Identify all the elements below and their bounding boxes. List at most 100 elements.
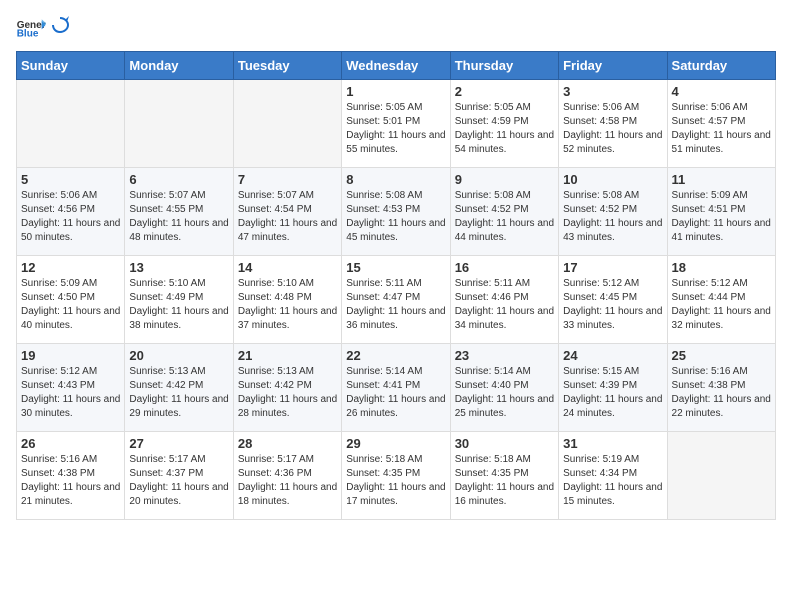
sunset-text: Sunset: 4:45 PM (563, 292, 637, 303)
sunset-text: Sunset: 4:35 PM (346, 468, 420, 479)
daylight-text: Daylight: 11 hours and 33 minutes. (563, 306, 662, 331)
sunrise-text: Sunrise: 5:10 AM (238, 278, 314, 289)
daylight-text: Daylight: 11 hours and 40 minutes. (21, 306, 120, 331)
day-info: Sunrise: 5:17 AM Sunset: 4:37 PM Daylight:… (129, 453, 228, 509)
table-row: 19Sunrise: 5:12 AMSunset: 4:43 PMDayligh… (17, 344, 125, 432)
sunset-text: Sunset: 4:36 PM (238, 468, 312, 479)
sunset-text: Sunset: 4:58 PM (563, 116, 637, 127)
day-info: Sunrise: 5:13 AMSunset: 4:42 PMDaylight:… (129, 365, 228, 421)
header-tuesday: Tuesday (233, 52, 341, 80)
daylight-text: Daylight: 11 hours and 16 minutes. (455, 482, 554, 507)
daylight-text: Daylight: 11 hours and 25 minutes. (455, 394, 554, 419)
day-info: Sunrise: 5:16 AMSunset: 4:38 PMDaylight:… (672, 365, 771, 421)
table-row: 31Sunrise: 5:19 AMSunset: 4:34 PMDayligh… (559, 432, 667, 520)
sunset-text: Sunset: 4:49 PM (129, 292, 203, 303)
sunrise-text: Sunrise: 5:16 AM (672, 366, 748, 377)
day-info: Sunrise: 5:18 AMSunset: 4:35 PMDaylight:… (455, 453, 554, 509)
sunrise-text: Sunrise: 5:13 AM (238, 366, 314, 377)
sunrise-text: Sunrise: 5:06 AM (21, 190, 97, 201)
sunrise-text: Sunrise: 5:18 AM (346, 454, 422, 465)
table-row: 22Sunrise: 5:14 AMSunset: 4:41 PMDayligh… (342, 344, 450, 432)
logo-bird-icon (51, 16, 69, 34)
sunrise-text: Sunrise: 5:09 AM (21, 278, 97, 289)
daylight-text: Daylight: 11 hours and 18 minutes. (238, 482, 337, 507)
daylight-text: Daylight: 11 hours and 45 minutes. (346, 218, 445, 243)
sunset-text: Sunset: 4:47 PM (346, 292, 420, 303)
table-row: 24Sunrise: 5:15 AMSunset: 4:39 PMDayligh… (559, 344, 667, 432)
day-number: 25 (672, 348, 771, 363)
calendar-row-2: 5Sunrise: 5:06 AMSunset: 4:56 PMDaylight… (17, 168, 776, 256)
sunset-text: Sunset: 4:34 PM (563, 468, 637, 479)
sunrise-text: Sunrise: 5:05 AM (346, 102, 422, 113)
table-row: 30Sunrise: 5:18 AMSunset: 4:35 PMDayligh… (450, 432, 558, 520)
table-row: 12Sunrise: 5:09 AMSunset: 4:50 PMDayligh… (17, 256, 125, 344)
sunset-text: Sunset: 4:39 PM (563, 380, 637, 391)
sunset-text: Sunset: 4:40 PM (455, 380, 529, 391)
header-sunday: Sunday (17, 52, 125, 80)
day-info: Sunrise: 5:11 AMSunset: 4:47 PMDaylight:… (346, 277, 445, 333)
sunrise-text: Sunrise: 5:12 AM (672, 278, 748, 289)
day-number: 12 (21, 260, 120, 275)
calendar-table: Sunday Monday Tuesday Wednesday Thursday… (16, 51, 776, 520)
sunrise-text: Sunrise: 5:14 AM (455, 366, 531, 377)
day-info: Sunrise: 5:08 AMSunset: 4:52 PMDaylight:… (455, 189, 554, 245)
logo: General Blue (16, 16, 70, 39)
day-number: 22 (346, 348, 445, 363)
header-wednesday: Wednesday (342, 52, 450, 80)
sunrise-text: Sunrise: 5:05 AM (455, 102, 531, 113)
daylight-text: Daylight: 11 hours and 20 minutes. (129, 482, 228, 507)
daylight-text: Daylight: 11 hours and 54 minutes. (455, 130, 554, 155)
day-number: 31 (563, 436, 662, 451)
day-info: Sunrise: 5:09 AMSunset: 4:51 PMDaylight:… (672, 189, 771, 245)
header-area: General Blue (16, 16, 776, 39)
day-number: 10 (563, 172, 662, 187)
day-info: Sunrise: 5:07 AMSunset: 4:54 PMDaylight:… (238, 189, 337, 245)
header-saturday: Saturday (667, 52, 775, 80)
sunrise-text: Sunrise: 5:08 AM (346, 190, 422, 201)
sunset-text: Sunset: 4:52 PM (455, 204, 529, 215)
logo-icon: General Blue (16, 18, 46, 38)
day-number: 20 (129, 348, 228, 363)
sunset-text: Sunset: 4:42 PM (129, 380, 203, 391)
day-info: Sunrise: 5:06 AMSunset: 4:58 PMDaylight:… (563, 101, 662, 157)
table-row: 14Sunrise: 5:10 AMSunset: 4:48 PMDayligh… (233, 256, 341, 344)
sunset-text: Sunset: 4:53 PM (346, 204, 420, 215)
daylight-text: Daylight: 11 hours and 38 minutes. (129, 306, 228, 331)
logo-wordmark (50, 16, 70, 39)
sunset-text: Sunset: 5:01 PM (346, 116, 420, 127)
daylight-text: Daylight: 11 hours and 37 minutes. (238, 306, 337, 331)
day-number: 24 (563, 348, 662, 363)
daylight-text: Daylight: 11 hours and 41 minutes. (672, 218, 771, 243)
day-number: 1 (346, 84, 445, 99)
table-row: 17Sunrise: 5:12 AMSunset: 4:45 PMDayligh… (559, 256, 667, 344)
table-row (667, 432, 775, 520)
daylight-text: Daylight: 11 hours and 17 minutes. (346, 482, 445, 507)
table-row: 16Sunrise: 5:11 AMSunset: 4:46 PMDayligh… (450, 256, 558, 344)
day-number: 29 (346, 436, 445, 451)
table-row: 15Sunrise: 5:11 AMSunset: 4:47 PMDayligh… (342, 256, 450, 344)
daylight-text: Daylight: 11 hours and 52 minutes. (563, 130, 662, 155)
day-info: Sunrise: 5:13 AMSunset: 4:42 PMDaylight:… (238, 365, 337, 421)
sunset-text: Sunset: 4:44 PM (672, 292, 746, 303)
daylight-text: Daylight: 11 hours and 15 minutes. (563, 482, 662, 507)
header-monday: Monday (125, 52, 233, 80)
day-number: 14 (238, 260, 337, 275)
table-row: 1Sunrise: 5:05 AMSunset: 5:01 PMDaylight… (342, 80, 450, 168)
daylight-text: Daylight: 11 hours and 50 minutes. (21, 218, 120, 243)
day-number: 7 (238, 172, 337, 187)
table-row: 4Sunrise: 5:06 AMSunset: 4:57 PMDaylight… (667, 80, 775, 168)
table-row: 20 Sunrise: 5:13 AMSunset: 4:42 PMDayligh… (125, 344, 233, 432)
table-row: 8Sunrise: 5:08 AMSunset: 4:53 PMDaylight… (342, 168, 450, 256)
table-row (17, 80, 125, 168)
daylight-text: Daylight: 11 hours and 32 minutes. (672, 306, 771, 331)
table-row (125, 80, 233, 168)
day-number: 6 (129, 172, 228, 187)
sunrise-text: Sunrise: 5:10 AM (129, 278, 205, 289)
day-number: 2 (455, 84, 554, 99)
table-row: 28Sunrise: 5:17 AMSunset: 4:36 PMDayligh… (233, 432, 341, 520)
sunrise-text: Sunrise: 5:17 AM (129, 454, 205, 465)
day-number: 13 (129, 260, 228, 275)
day-info: Sunrise: 5:07 AMSunset: 4:55 PMDaylight:… (129, 189, 228, 245)
sunrise-text: Sunrise: 5:14 AM (346, 366, 422, 377)
sunset-text: Sunset: 4:37 PM (129, 468, 203, 479)
